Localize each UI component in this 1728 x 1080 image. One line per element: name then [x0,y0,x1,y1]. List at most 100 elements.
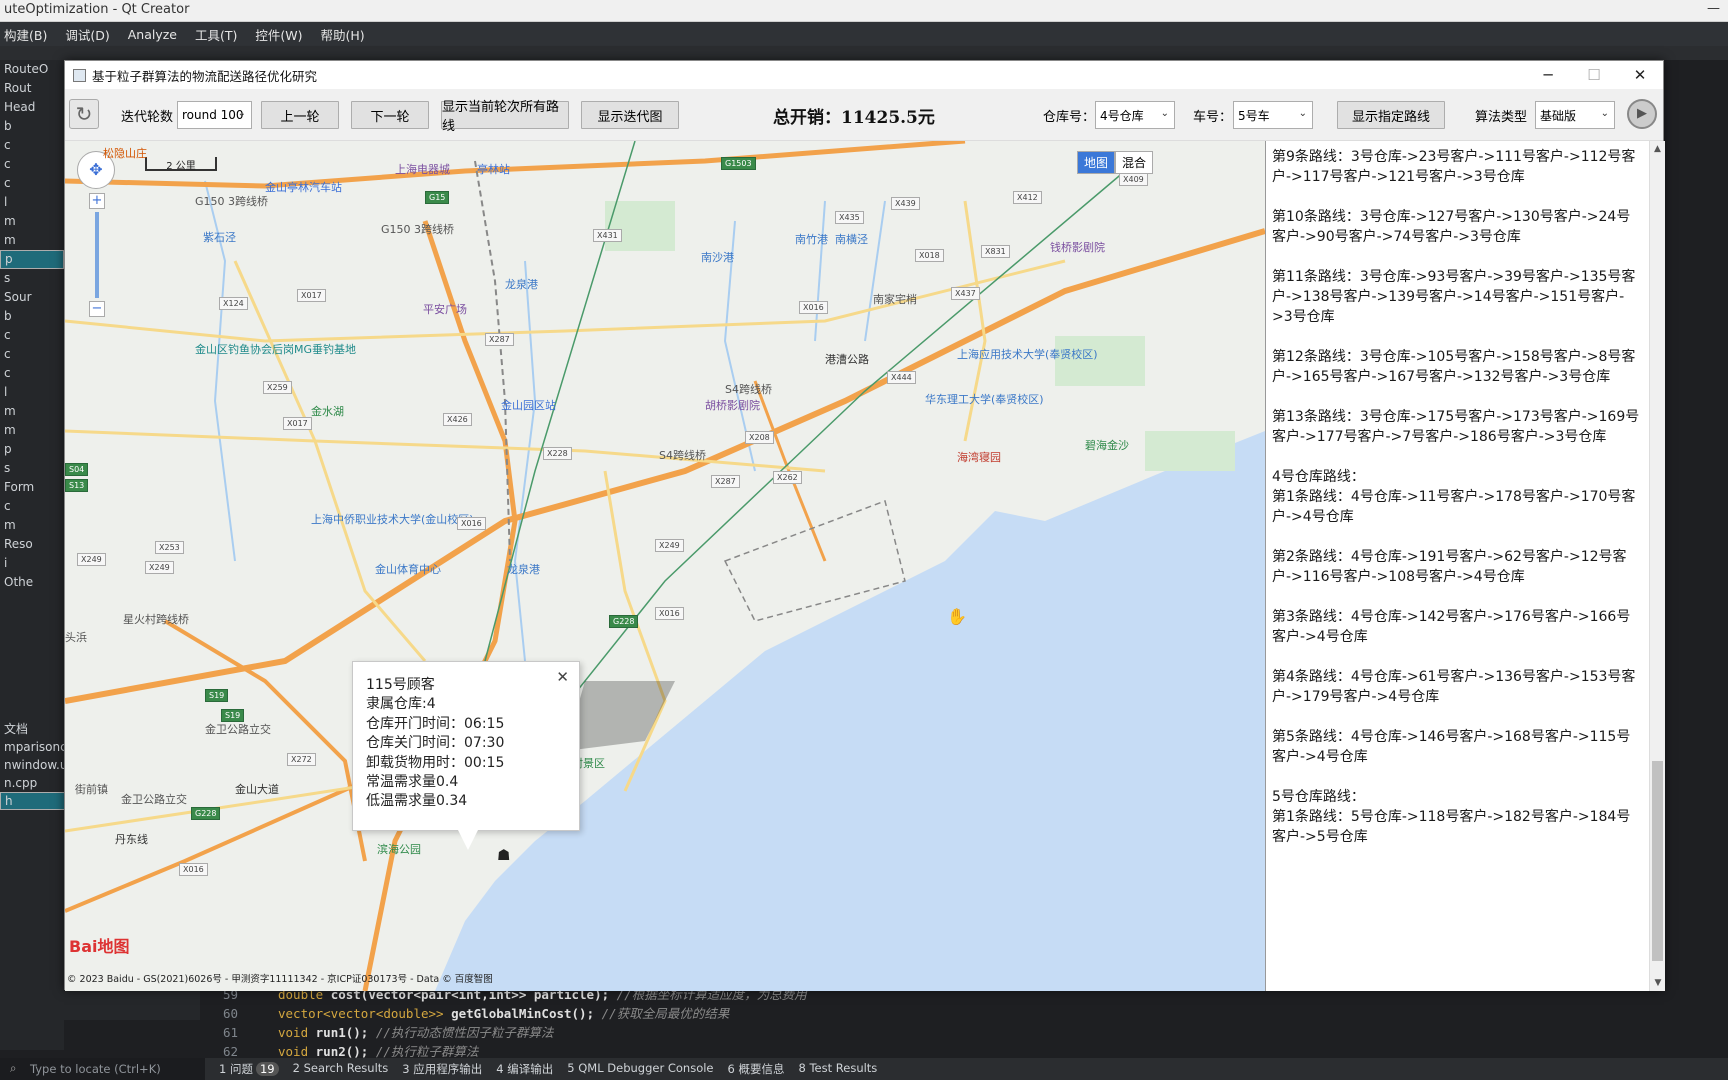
project-tree-item[interactable]: m [0,516,64,535]
map-place-label[interactable]: S4跨线桥 [725,381,772,397]
map-place-label[interactable]: 头浜 [65,629,87,645]
map-place-label[interactable]: 金水湖 [311,403,344,419]
project-tree-item[interactable]: RouteO [0,60,64,79]
output-tab[interactable]: 4 编译输出 [496,1061,553,1077]
algorithm-select[interactable]: 基础版 ⌄ [1535,101,1615,129]
map-place-label[interactable]: G150 3跨线桥 [195,193,268,209]
project-tree-item[interactable]: Sour [0,288,64,307]
map-place-label[interactable]: 丹东线 [115,831,148,847]
locate-input[interactable]: ⌕ Type to locate (Ctrl+K) [0,1058,205,1080]
refresh-icon[interactable]: ↻ [69,99,99,129]
map-place-label[interactable]: 滨海公园 [377,841,421,857]
project-tree-item[interactable]: m [0,402,64,421]
project-tree-item[interactable]: i [0,554,64,573]
project-tree-item[interactable]: m [0,421,64,440]
zoom-slider[interactable] [95,212,99,298]
output-tab[interactable]: 5 QML Debugger Console [567,1061,713,1077]
project-tree-item[interactable]: c [0,174,64,193]
map-place-label[interactable]: 胡桥影剧院 [705,397,760,413]
menu-controls[interactable]: 控件(W) [255,25,302,44]
map-place-label[interactable]: 金山大道 [235,781,279,797]
map-type-map-button[interactable]: 地图 [1077,151,1116,174]
menu-help[interactable]: 帮助(H) [321,25,365,44]
scroll-down-icon[interactable]: ▼ [1650,975,1666,991]
map-place-label[interactable]: 上海中侨职业技术大学(金山校区) [311,511,474,527]
project-tree-item[interactable]: Head [0,98,64,117]
map-type-hybrid-button[interactable]: 混合 [1115,151,1154,174]
map-place-label[interactable]: 华东理工大学(奉贤校区) [925,391,1044,407]
map-place-label[interactable]: 亭林站 [477,161,510,177]
project-tree-item[interactable]: Othe [0,573,64,592]
map-place-label[interactable]: 龙泉港 [505,276,538,292]
scroll-thumb[interactable] [1652,761,1663,961]
close-icon[interactable]: ✕ [1617,61,1663,89]
menu-tools[interactable]: 工具(T) [195,25,237,44]
project-tree-item[interactable]: c [0,497,64,516]
output-tab[interactable]: 3 应用程序输出 [402,1061,482,1077]
warehouse-select[interactable]: 4号仓库 ⌄ [1095,101,1175,129]
project-tree-item[interactable]: m [0,212,64,231]
map-place-label[interactable]: 上海电器城 [395,161,450,177]
ide-window-controls[interactable]: — [1707,1,1720,16]
project-tree-item[interactable]: b [0,307,64,326]
map-place-label[interactable]: 金山园区站 [501,397,556,413]
map-place-label[interactable]: S4跨线桥 [659,447,706,463]
baidu-map[interactable]: ✥ + − 2 公里 地图 混合 松隐山庄 上海电器城 亭林站 金山亭林汽车站 G150… [65,141,1265,991]
map-place-label[interactable]: 紫石泾 [203,229,236,245]
project-tree-item[interactable]: c [0,345,64,364]
map-place-label[interactable]: 南横泾 [835,231,868,247]
project-tree-item[interactable]: c [0,364,64,383]
show-all-routes-button[interactable]: 显示当前轮次所有路线 [441,100,569,134]
project-tree-item[interactable]: b [0,117,64,136]
show-specified-route-button[interactable]: 显示指定路线 [1337,101,1445,129]
map-place-label[interactable]: G150 3跨线桥 [381,221,454,237]
project-tree-item[interactable]: Rout [0,79,64,98]
next-round-button[interactable]: 下一轮 [351,101,429,129]
output-tab[interactable]: 2 Search Results [293,1061,389,1077]
project-tree-item[interactable]: p [0,250,64,269]
project-tree-item[interactable]: l [0,193,64,212]
car-select[interactable]: 5号车 ⌄ [1233,101,1313,129]
map-place-label[interactable]: 平安广场 [423,301,467,317]
menu-debug[interactable]: 调试(D) [65,25,109,44]
map-place-label[interactable]: 金山亭林汽车站 [265,179,342,195]
map-zoom-control[interactable]: + − [89,193,105,318]
map-place-label[interactable]: 星火村跨线桥 [123,611,189,627]
show-iteration-chart-button[interactable]: 显示迭代图 [581,101,679,129]
routes-text-panel[interactable]: 第9条路线：3号仓库->23号客户->111号客户->112号客户->117号客… [1265,141,1665,991]
customer-marker-icon[interactable]: ☗ [497,846,511,864]
scroll-up-icon[interactable]: ▲ [1650,141,1665,157]
project-tree-item[interactable]: s [0,269,64,288]
project-tree-item[interactable]: c [0,136,64,155]
project-tree-item[interactable]: m [0,231,64,250]
prev-round-button[interactable]: 上一轮 [261,101,339,129]
map-place-label[interactable]: 港漕公路 [825,351,869,367]
map-place-label[interactable]: 南竹港 [795,231,828,247]
project-tree-item[interactable]: c [0,155,64,174]
iteration-select[interactable]: round 100 ⌄ [177,101,252,129]
project-tree-item[interactable]: Form [0,478,64,497]
zoom-in-button[interactable]: + [89,193,105,209]
output-tab[interactable]: 6 概要信息 [728,1061,785,1077]
close-icon[interactable]: ✕ [556,668,569,686]
project-tree-item[interactable]: l [0,383,64,402]
map-place-label[interactable]: 金卫公路立交 [121,791,187,807]
menu-build[interactable]: 构建(B) [4,25,47,44]
output-tab[interactable]: 1 问题 19 [219,1061,279,1077]
map-place-label[interactable]: 街前镇 [75,781,108,797]
map-place-label[interactable]: 金卫公路立交 [205,721,271,737]
project-tree-item[interactable]: Reso [0,535,64,554]
run-icon[interactable]: ▶ [1627,99,1657,129]
map-place-label[interactable]: 碧海金沙 [1085,437,1129,453]
map-place-label[interactable]: 钱桥影剧院 [1050,239,1105,255]
map-place-label[interactable]: 上海应用技术大学(奉贤校区) [957,346,1098,362]
minimize-icon[interactable]: ─ [1525,61,1571,89]
code-editor[interactable]: 59 double cost(vector<pair<int,int>> part… [200,985,1728,1059]
zoom-out-button[interactable]: − [89,301,105,317]
project-tree-item[interactable]: c [0,326,64,345]
map-place-label[interactable]: 金山体育中心 [375,561,441,577]
project-tree-item[interactable]: p [0,440,64,459]
code-line[interactable]: 61 void run1(); //执行动态惯性因子粒子群算法 [200,1023,1728,1042]
project-tree-item[interactable]: s [0,459,64,478]
map-place-label[interactable]: 金山区钓鱼协会后岗MG垂钓基地 [195,341,356,357]
